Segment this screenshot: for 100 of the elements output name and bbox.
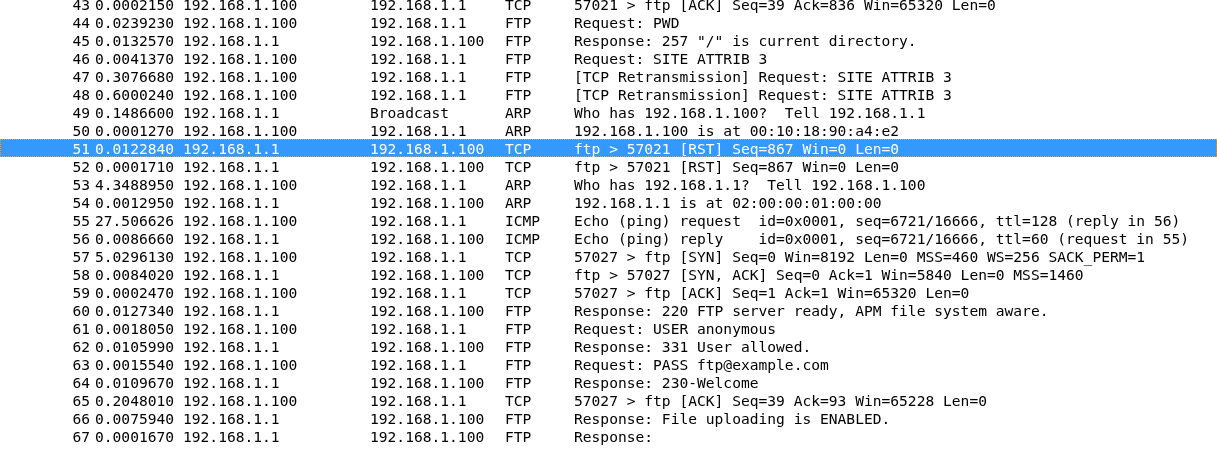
packet-row[interactable]: 45 0.0132570 192.168.1.1 192.168.1.100 FTP Response: 257 "/" is current directory. xyxy=(0,31,1217,49)
source-address: 192.168.1.1 xyxy=(183,266,280,283)
protocol-name: ARP xyxy=(505,104,532,121)
source-address: 192.168.1.100 xyxy=(183,212,298,229)
packet-row[interactable]: 52 0.0001710 192.168.1.1 192.168.1.100 TCP ftp > 57021 [RST] Seq=867 Win=0 Len=0 xyxy=(0,157,1217,175)
packet-row[interactable]: 60 0.0127340 192.168.1.1 192.168.1.100 FTP Response: 220 FTP server ready, APM file system aware. xyxy=(0,301,1217,319)
source-address: 192.168.1.1 xyxy=(183,302,280,319)
packet-row[interactable]: 49 0.1486600 192.168.1.1 Broadcast ARP Who has 192.168.1.100? Tell 192.168.1.1 xyxy=(0,103,1217,121)
packet-number: 63 xyxy=(72,356,90,373)
packet-number: 67 xyxy=(72,428,90,445)
packet-row[interactable]: 56 0.0086660 192.168.1.1 192.168.1.100 ICMP Echo (ping) reply id=0x0001, seq=6721/16666, ttl=60 (request in 55) xyxy=(0,229,1217,247)
packet-time: 0.0001270 xyxy=(95,122,175,138)
packet-time: 0.1486600 xyxy=(95,104,175,120)
destination-address: 192.168.1.1 xyxy=(370,320,467,337)
packet-row[interactable]: 59 0.0002470 192.168.1.100 192.168.1.1 TCP 57027 > ftp [ACK] Seq=1 Ack=1 Win=65320 Len=0 xyxy=(0,283,1217,301)
protocol-name: FTP xyxy=(505,338,532,355)
source-address: 192.168.1.100 xyxy=(183,68,298,85)
packet-row[interactable]: 55 27.506626 192.168.1.100 192.168.1.1 ICMP Echo (ping) request id=0x0001, seq=6721/16666, ttl=128 (reply in 56) xyxy=(0,211,1217,229)
source-address: 192.168.1.100 xyxy=(183,122,298,139)
source-address: 192.168.1.100 xyxy=(183,176,298,193)
packet-number: 56 xyxy=(72,230,90,247)
destination-address: 192.168.1.1 xyxy=(370,392,467,409)
packet-time: 0.2048010 xyxy=(95,392,175,408)
source-address: 192.168.1.1 xyxy=(183,140,280,157)
destination-address: 192.168.1.100 xyxy=(370,194,485,211)
packet-time: 0.0086660 xyxy=(95,230,175,246)
packet-time: 5.0296130 xyxy=(95,248,175,264)
packet-row[interactable]: 53 4.3488950 192.168.1.100 192.168.1.1 ARP Who has 192.168.1.1? Tell 192.168.1.100 xyxy=(0,175,1217,193)
source-address: 192.168.1.1 xyxy=(183,158,280,175)
packet-number: 53 xyxy=(72,176,90,193)
destination-address: 192.168.1.1 xyxy=(370,86,467,103)
protocol-name: TCP xyxy=(505,266,532,283)
packet-row[interactable]: 62 0.0105990 192.168.1.1 192.168.1.100 FTP Response: 331 User allowed. xyxy=(0,337,1217,355)
destination-address: 192.168.1.100 xyxy=(370,428,485,445)
packet-row[interactable]: 61 0.0018050 192.168.1.100 192.168.1.1 FTP Request: USER anonymous xyxy=(0,319,1217,337)
destination-address: 192.168.1.1 xyxy=(370,176,467,193)
protocol-name: FTP xyxy=(505,50,532,67)
packet-time: 0.0132570 xyxy=(95,32,175,48)
protocol-name: FTP xyxy=(505,32,532,49)
protocol-name: ICMP xyxy=(505,230,541,247)
protocol-name: FTP xyxy=(505,86,532,103)
source-address: 192.168.1.100 xyxy=(183,248,298,265)
packet-row[interactable]: 48 0.6000240 192.168.1.100 192.168.1.1 FTP [TCP Retransmission] Request: SITE ATTRIB 3 xyxy=(0,85,1217,103)
protocol-name: TCP xyxy=(505,158,532,175)
source-address: 192.168.1.1 xyxy=(183,374,280,391)
packet-number: 43 xyxy=(72,0,90,13)
packet-row[interactable]: 58 0.0084020 192.168.1.1 192.168.1.100 TCP ftp > 57027 [SYN, ACK] Seq=0 Ack=1 Win=5840 Len=0 MSS=1460 xyxy=(0,265,1217,283)
packet-number: 49 xyxy=(72,104,90,121)
packet-row[interactable]: 64 0.0109670 192.168.1.1 192.168.1.100 FTP Response: 230-Welcome xyxy=(0,373,1217,391)
packet-time: 0.0018050 xyxy=(95,320,175,336)
packet-info: Request: SITE ATTRIB 3 xyxy=(574,50,768,67)
packet-row[interactable]: 63 0.0015540 192.168.1.100 192.168.1.1 FTP Request: PASS ftp@example.com xyxy=(0,355,1217,373)
packet-time: 0.3076680 xyxy=(95,68,175,84)
destination-address: 192.168.1.1 xyxy=(370,248,467,265)
packet-number: 47 xyxy=(72,68,90,85)
source-address: 192.168.1.100 xyxy=(183,392,298,409)
destination-address: 192.168.1.100 xyxy=(370,158,485,175)
packet-info: [TCP Retransmission] Request: SITE ATTRIB 3 xyxy=(574,86,952,103)
packet-row[interactable]: 50 0.0001270 192.168.1.100 192.168.1.1 ARP 192.168.1.100 is at 00:10:18:90:a4:e2 xyxy=(0,121,1217,139)
destination-address: 192.168.1.100 xyxy=(370,302,485,319)
packet-info: Response: xyxy=(574,428,654,445)
packet-row[interactable]: 47 0.3076680 192.168.1.100 192.168.1.1 FTP [TCP Retransmission] Request: SITE ATTRIB 3 xyxy=(0,67,1217,85)
destination-address: 192.168.1.1 xyxy=(370,50,467,67)
packet-row[interactable]: 57 5.0296130 192.168.1.100 192.168.1.1 TCP 57027 > ftp [SYN] Seq=0 Win=8192 Len=0 MSS=460 WS=256 SACK_PERM=1 xyxy=(0,247,1217,265)
packet-time: 0.0001710 xyxy=(95,158,175,174)
protocol-name: TCP xyxy=(505,392,532,409)
destination-address: 192.168.1.100 xyxy=(370,410,485,427)
packet-info: Echo (ping) request id=0x0001, seq=6721/16666, ttl=128 (reply in 56) xyxy=(574,212,1181,229)
protocol-name: TCP xyxy=(505,284,532,301)
packet-row[interactable]: 46 0.0041370 192.168.1.100 192.168.1.1 FTP Request: SITE ATTRIB 3 xyxy=(0,49,1217,67)
protocol-name: ARP xyxy=(505,194,532,211)
packet-info: Request: PWD xyxy=(574,14,680,31)
packet-number: 61 xyxy=(72,320,90,337)
packet-info: 192.168.1.1 is at 02:00:00:01:00:00 xyxy=(574,194,882,211)
packet-number: 54 xyxy=(72,194,90,211)
packet-row[interactable]: 65 0.2048010 192.168.1.100 192.168.1.1 TCP 57027 > ftp [ACK] Seq=39 Ack=93 Win=65228 Len=0 xyxy=(0,391,1217,409)
packet-row[interactable]: 66 0.0075940 192.168.1.1 192.168.1.100 FTP Response: File uploading is ENABLED. xyxy=(0,409,1217,427)
source-address: 192.168.1.100 xyxy=(183,284,298,301)
packet-time: 0.0127340 xyxy=(95,302,175,318)
source-address: 192.168.1.1 xyxy=(183,428,280,445)
packet-number: 50 xyxy=(72,122,90,139)
source-address: 192.168.1.100 xyxy=(183,50,298,67)
destination-address: 192.168.1.1 xyxy=(370,212,467,229)
packet-row[interactable]: 44 0.0239230 192.168.1.100 192.168.1.1 FTP Request: PWD xyxy=(0,13,1217,31)
source-address: 192.168.1.1 xyxy=(183,104,280,121)
packet-time: 4.3488950 xyxy=(95,176,175,192)
packet-row[interactable]: 54 0.0012950 192.168.1.1 192.168.1.100 ARP 192.168.1.1 is at 02:00:00:01:00:00 xyxy=(0,193,1217,211)
protocol-name: FTP xyxy=(505,410,532,427)
protocol-name: ARP xyxy=(505,122,532,139)
packet-time: 0.0075940 xyxy=(95,410,175,426)
destination-address: 192.168.1.100 xyxy=(370,374,485,391)
packet-row[interactable]: 67 0.0001670 192.168.1.1 192.168.1.100 FTP Response: xyxy=(0,427,1217,445)
packet-number: 45 xyxy=(72,32,90,49)
protocol-name: TCP xyxy=(505,248,532,265)
destination-address: 192.168.1.1 xyxy=(370,356,467,373)
packet-info: Echo (ping) reply id=0x0001, seq=6721/16666, ttl=60 (request in 55) xyxy=(574,230,1190,247)
source-address: 192.168.1.100 xyxy=(183,14,298,31)
packet-info: ftp > 57021 [RST] Seq=867 Win=0 Len=0 xyxy=(574,158,900,175)
packet-info: Who has 192.168.1.100? Tell 192.168.1.1 xyxy=(574,104,926,121)
packet-number: 55 xyxy=(72,212,90,229)
